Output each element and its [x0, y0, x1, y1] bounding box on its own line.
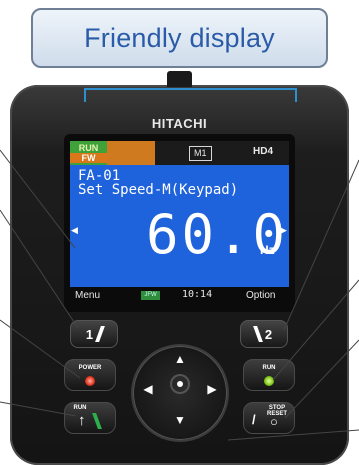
- slash-icon: [95, 326, 106, 342]
- softkey-label-option: Option: [246, 290, 276, 301]
- brand-logo: HITACHI: [151, 116, 208, 131]
- run-indicator-panel: [243, 359, 295, 391]
- status-strip: [107, 141, 155, 165]
- duty-tag: HD4: [253, 146, 274, 157]
- stop-circle-icon: ○: [270, 414, 278, 429]
- power-label: POWER: [78, 365, 102, 371]
- parameter-name: Set Speed-M(Keypad): [78, 182, 239, 198]
- cable-connector: [167, 71, 192, 87]
- softkey-label-menu: Menu: [75, 290, 101, 301]
- direction-status-text: FW: [70, 153, 107, 163]
- run-key-label: RUN: [73, 405, 87, 411]
- run-status-text: RUN: [78, 143, 99, 153]
- lcd-left-arrow-icon: ◀: [71, 225, 78, 235]
- frequency-unit: Hz: [260, 243, 275, 257]
- callout-title: Friendly display: [84, 22, 275, 53]
- function-key-2-label: 2: [264, 326, 273, 342]
- bracket-left: [84, 88, 86, 102]
- clock-display: 10:14: [182, 289, 213, 300]
- bracket-right: [295, 88, 297, 102]
- function-key-1-label: 1: [85, 326, 94, 342]
- power-indicator-panel: [64, 359, 116, 391]
- mode-tag: M1: [189, 146, 212, 161]
- left-arrow-button[interactable]: ◀: [141, 382, 155, 396]
- run-led-icon: [264, 376, 274, 386]
- friendly-display-callout: Friendly display: [31, 8, 328, 68]
- down-arrow-button[interactable]: ▼: [173, 413, 187, 427]
- bracket-top: [84, 88, 297, 90]
- slash-icon: [252, 326, 263, 342]
- run-led-label: RUN: [262, 365, 276, 371]
- function-key-2[interactable]: 2: [240, 320, 288, 348]
- run-arrow-icon: ↑: [78, 412, 86, 429]
- run-status-badge: RUN FW: [70, 141, 107, 165]
- stop-slash-icon: /: [252, 412, 256, 427]
- function-key-1[interactable]: 1: [70, 320, 118, 348]
- power-led-icon: [85, 376, 95, 386]
- up-arrow-button[interactable]: ▲: [173, 352, 187, 366]
- lcd-status-indicator: JFW: [141, 291, 160, 300]
- lcd-screen: RUN FW M1 HD4 FA-01 Set Speed-M(Keypad) …: [70, 141, 289, 305]
- right-arrow-button[interactable]: ▶: [205, 382, 219, 396]
- enter-dot-icon: [177, 381, 183, 387]
- lcd-bottom-bar: Menu JFW 10:14 Option: [70, 287, 289, 305]
